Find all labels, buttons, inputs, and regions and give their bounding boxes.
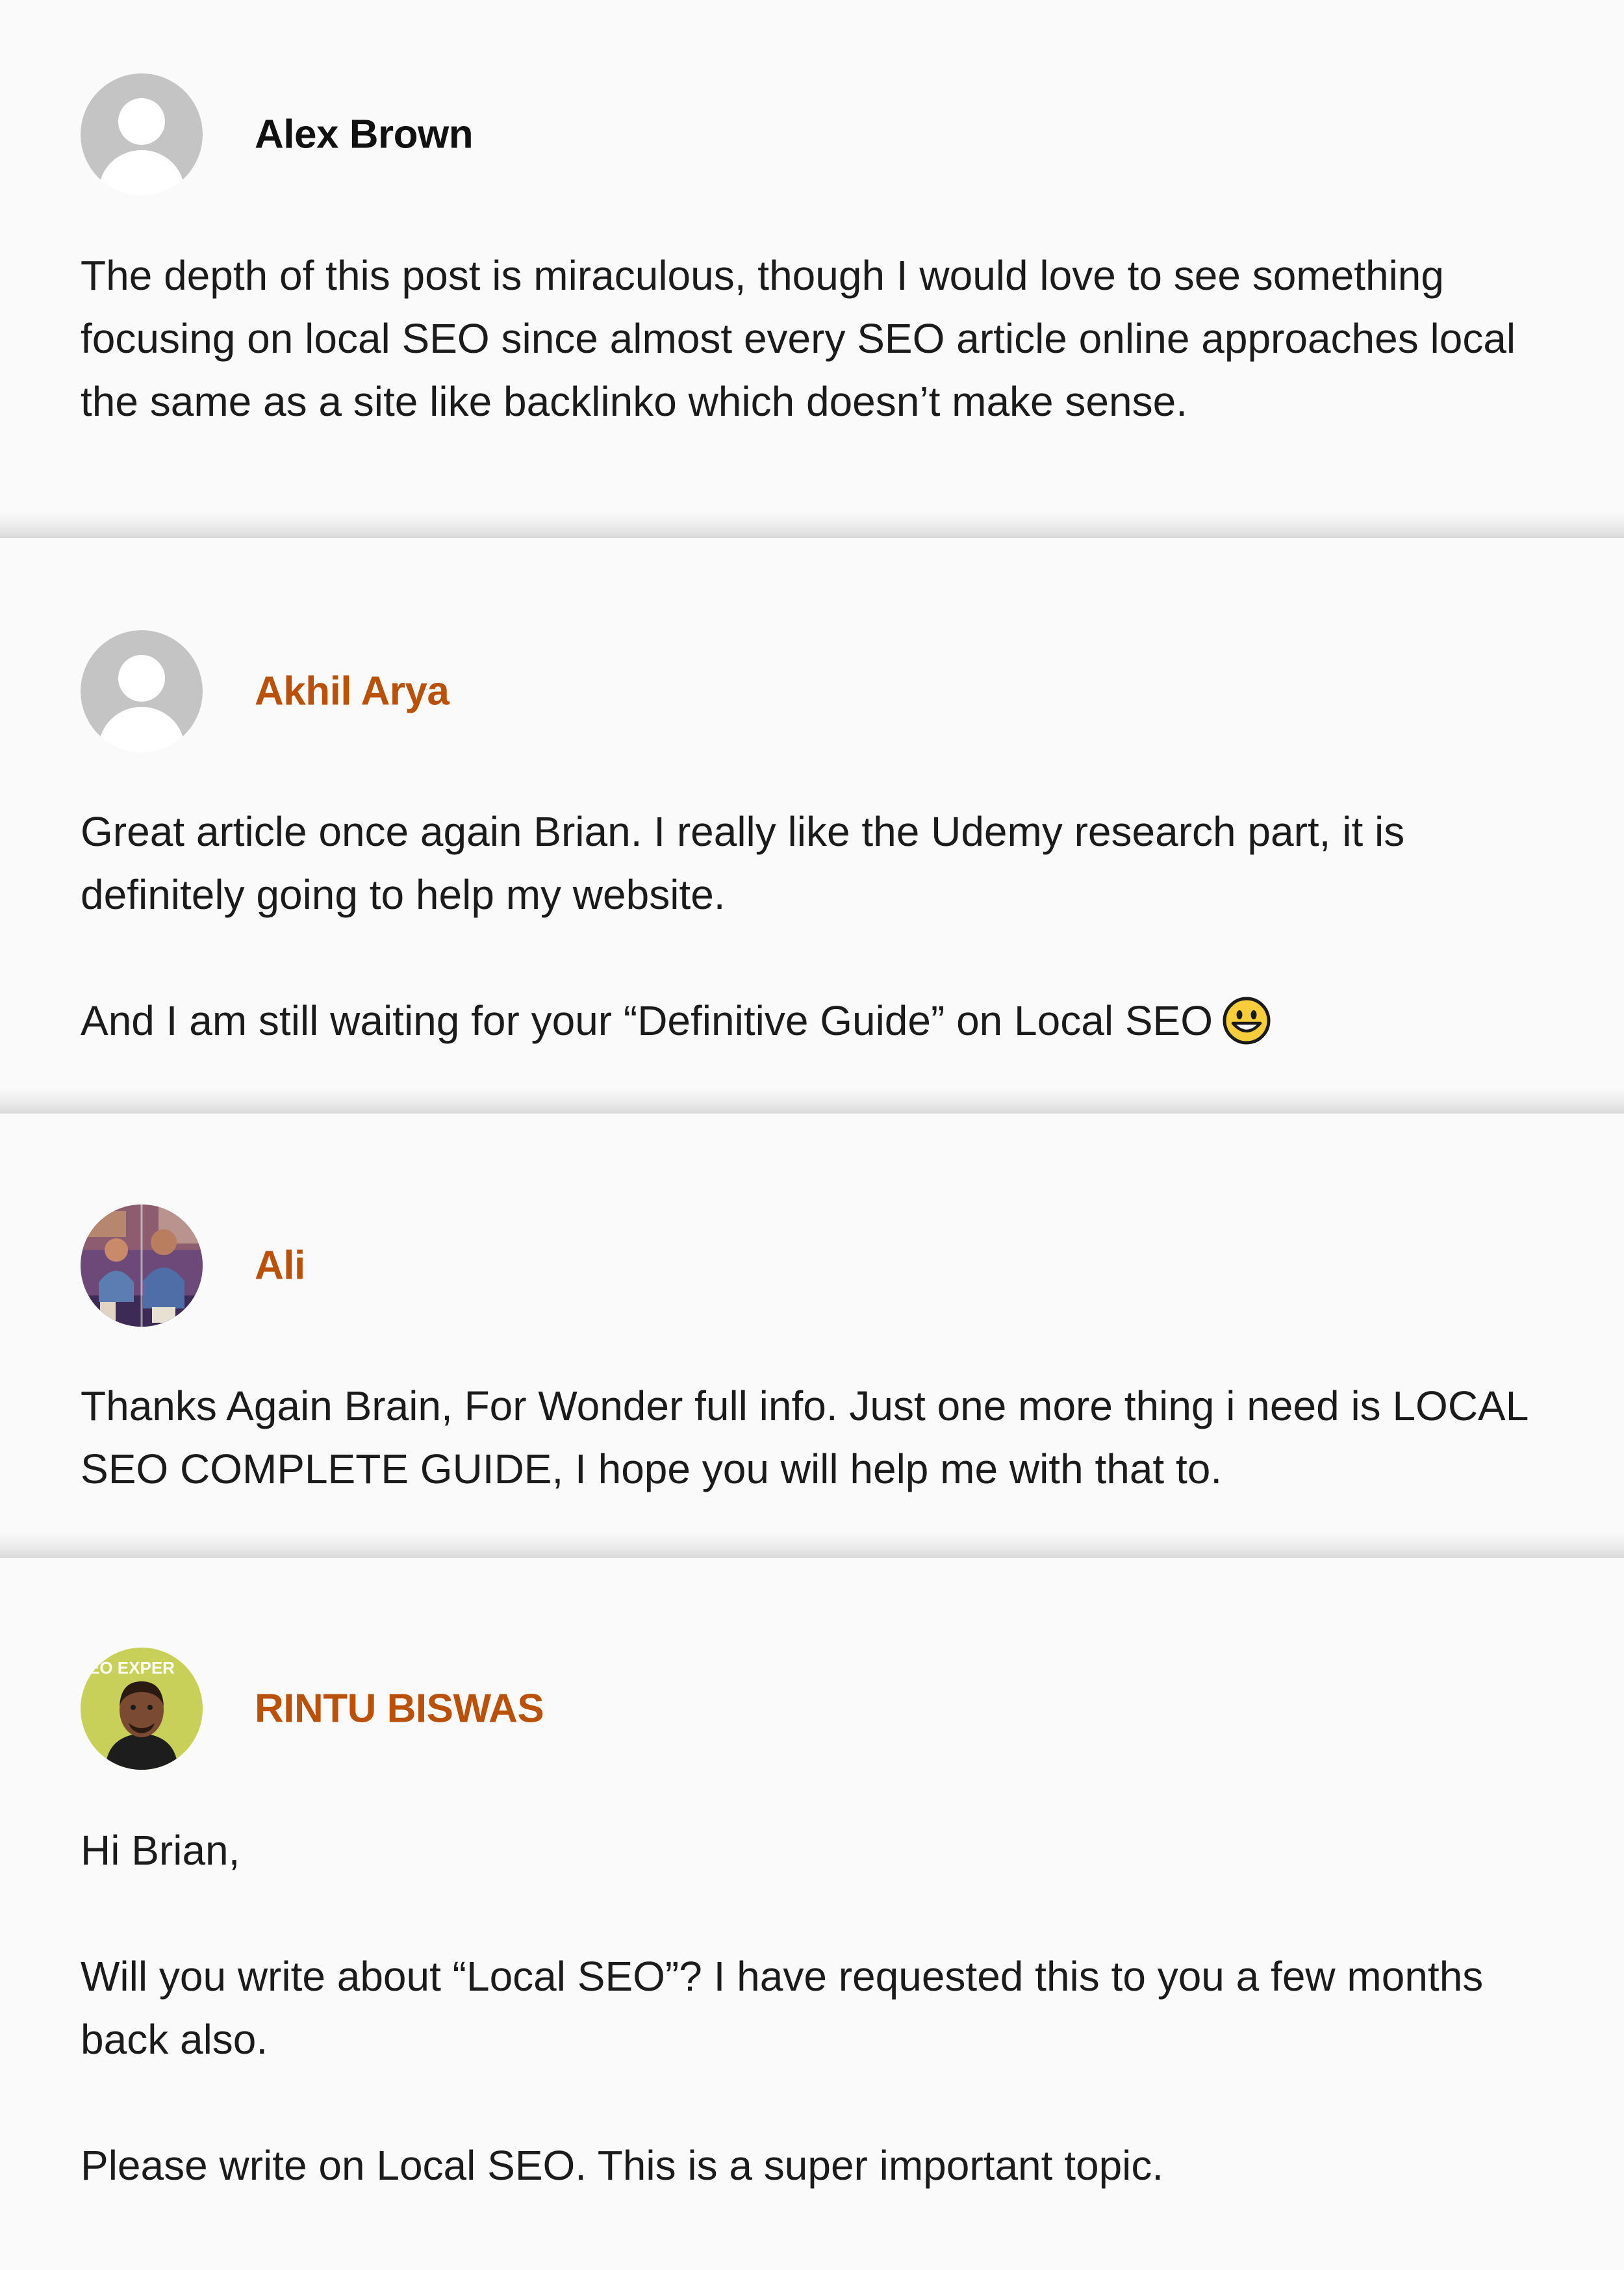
- comment-paragraph: Great article once again Brian. I really…: [81, 808, 1405, 918]
- comment-paragraph-text: And I am still waiting for your “Definit…: [81, 997, 1213, 1044]
- avatar-badge-text: EO EXPER: [88, 1658, 175, 1677]
- comment-divider: [0, 1532, 1624, 1560]
- photo-avatar: EO EXPER: [81, 1648, 203, 1770]
- comment-header: EO EXPER RINTU BISWAS: [0, 1648, 1624, 1770]
- comment-author: Alex Brown: [255, 112, 474, 157]
- comment-paragraph: The depth of this post is miraculous, th…: [81, 252, 1516, 425]
- comment-header: Akhil Arya: [0, 630, 1624, 752]
- comment-author-link[interactable]: Akhil Arya: [255, 669, 450, 715]
- comment-paragraph: Thanks Again Brain, For Wonder full info…: [81, 1383, 1527, 1492]
- comment-item: Alex Brown The depth of this post is mir…: [0, 0, 1624, 538]
- comment-divider: [0, 1088, 1624, 1116]
- photo-avatar: [81, 1205, 203, 1327]
- default-avatar-icon: [81, 73, 203, 196]
- comment-item: EO EXPER RINTU BISWAS Hi Brian, Will you…: [0, 1558, 1624, 2270]
- comment-paragraph: Hi Brian,: [81, 1827, 240, 1874]
- comment-paragraph: Please write on Local SEO. This is a sup…: [81, 2142, 1164, 2189]
- comment-author-link[interactable]: Ali: [255, 1243, 305, 1289]
- comment-paragraph: And I am still waiting for your “Definit…: [81, 989, 1562, 1052]
- grinning-face-emoji-icon: [1222, 996, 1271, 1045]
- default-avatar-icon: [81, 630, 203, 752]
- comment-body: The depth of this post is miraculous, th…: [81, 244, 1562, 433]
- comment-body: Great article once again Brian. I really…: [81, 800, 1562, 1052]
- comment-body: Hi Brian, Will you write about “Local SE…: [81, 1819, 1562, 2197]
- comment-divider: [0, 512, 1624, 540]
- comment-item: Akhil Arya Great article once again Bria…: [0, 538, 1624, 1114]
- comments-list: Alex Brown The depth of this post is mir…: [0, 0, 1624, 2270]
- comment-paragraph: Will you write about “Local SEO”? I have…: [81, 1953, 1484, 2063]
- comment-body: Thanks Again Brain, For Wonder full info…: [81, 1375, 1562, 1501]
- comment-author-link[interactable]: RINTU BISWAS: [255, 1686, 544, 1732]
- comment-header: Ali: [0, 1205, 1624, 1327]
- comment-item: Ali Thanks Again Brain, For Wonder full …: [0, 1114, 1624, 1558]
- comment-header: Alex Brown: [0, 73, 1624, 196]
